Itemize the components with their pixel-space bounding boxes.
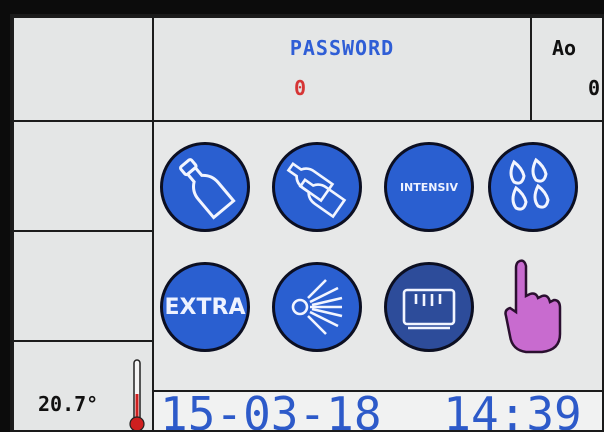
steam-chamber-icon bbox=[402, 288, 456, 330]
spray-program-button[interactable] bbox=[272, 262, 362, 352]
drops-program-button[interactable] bbox=[488, 142, 578, 232]
datetime-bar: 15-03-18 14:39 bbox=[152, 390, 602, 432]
single-bottle-icon bbox=[179, 158, 236, 220]
multiple-bottles-icon bbox=[286, 161, 347, 219]
password-cell[interactable]: PASSWORD 0 bbox=[152, 16, 532, 122]
spray-burst-icon bbox=[291, 279, 343, 335]
ao-title: Ao bbox=[552, 36, 577, 60]
hmi-screen: PASSWORD 0 Ao 0 INTENSIV EXTRA 20.7° 15-… bbox=[10, 14, 604, 432]
intensiv-label: INTENSIV bbox=[399, 180, 459, 194]
time-display: 14:39 bbox=[443, 390, 582, 432]
password-value: 0 bbox=[294, 76, 307, 100]
cursor-hand bbox=[492, 256, 572, 356]
left-lower-cell bbox=[12, 230, 154, 342]
extra-program-button[interactable]: EXTRA bbox=[160, 262, 250, 352]
left-top-cell bbox=[12, 16, 154, 122]
date-display: 15-03-18 bbox=[160, 390, 382, 432]
pointing-hand-icon bbox=[504, 259, 562, 354]
water-drops-icon bbox=[509, 157, 550, 211]
steam-program-button[interactable] bbox=[384, 262, 474, 352]
temperature-readout: 20.7° bbox=[38, 392, 99, 416]
thermometer-icon bbox=[126, 358, 148, 430]
extra-label: EXTRA bbox=[164, 294, 246, 320]
bottles-program-button[interactable] bbox=[272, 142, 362, 232]
intensiv-program-button[interactable]: INTENSIV bbox=[384, 142, 474, 232]
password-title: PASSWORD bbox=[289, 36, 395, 60]
bottle-program-button[interactable] bbox=[160, 142, 250, 232]
ao-cell: Ao 0 bbox=[530, 16, 602, 122]
ao-value: 0 bbox=[587, 76, 600, 100]
left-mid-cell bbox=[12, 120, 154, 232]
